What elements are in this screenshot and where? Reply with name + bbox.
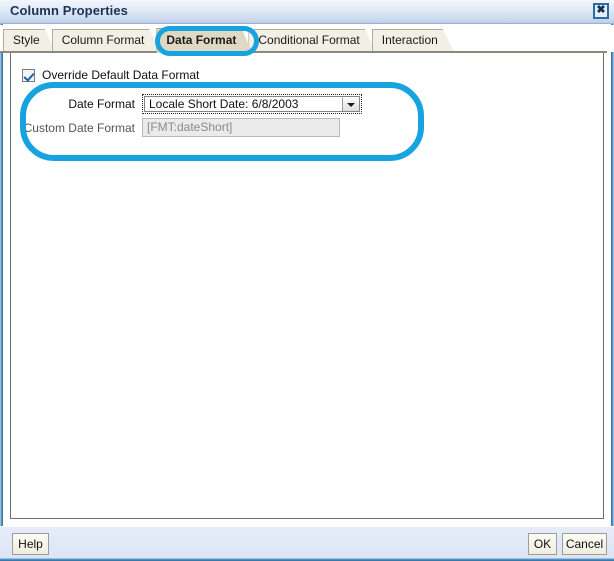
tab-style-label: Style bbox=[13, 33, 40, 47]
custom-date-format-input[interactable]: [FMT:dateShort] bbox=[142, 118, 340, 137]
column-properties-dialog: Column Properties ✖ Style Column Format … bbox=[0, 0, 614, 561]
custom-date-format-label: Custom Date Format bbox=[23, 120, 135, 135]
override-default-data-format-row[interactable]: Override Default Data Format bbox=[22, 68, 199, 82]
close-icon[interactable]: ✖ bbox=[593, 3, 609, 19]
date-format-row: Date Format Locale Short Date: 6/8/2003 bbox=[11, 94, 411, 114]
window-frame-left bbox=[0, 0, 3, 561]
tab-style[interactable]: Style bbox=[3, 29, 56, 52]
date-format-label: Date Format bbox=[68, 97, 135, 111]
date-format-select[interactable]: Locale Short Date: 6/8/2003 bbox=[142, 94, 362, 114]
tab-interaction-label: Interaction bbox=[381, 33, 438, 47]
tab-column-format[interactable]: Column Format bbox=[52, 29, 161, 52]
tab-conditional-format-label: Conditional Format bbox=[258, 33, 360, 47]
chevron-down-icon[interactable] bbox=[342, 97, 359, 111]
override-default-data-format-checkbox[interactable] bbox=[22, 68, 35, 82]
tab-data-format[interactable]: Data Format bbox=[156, 28, 252, 53]
tab-content-panel: Override Default Data Format Date Format… bbox=[10, 53, 604, 519]
title-bar: Column Properties ✖ bbox=[0, 0, 614, 24]
custom-date-format-row: Custom Date Format [FMT:dateShort] bbox=[11, 118, 411, 137]
date-format-selected-value: Locale Short Date: 6/8/2003 bbox=[149, 97, 299, 111]
tab-interaction[interactable]: Interaction bbox=[372, 29, 454, 52]
dialog-title: Column Properties bbox=[10, 3, 128, 18]
cancel-button[interactable]: Cancel bbox=[562, 533, 607, 555]
tab-column-format-label: Column Format bbox=[61, 33, 145, 47]
tab-data-format-label: Data Format bbox=[166, 33, 237, 47]
override-default-data-format-label: Override Default Data Format bbox=[42, 68, 200, 82]
tab-conditional-format[interactable]: Conditional Format bbox=[248, 29, 375, 52]
dialog-footer: Help OK Cancel bbox=[0, 526, 614, 558]
help-button[interactable]: Help bbox=[12, 533, 49, 555]
tab-bar: Style Column Format Data Format Conditio… bbox=[0, 25, 614, 52]
ok-button[interactable]: OK bbox=[528, 533, 557, 555]
close-icon-glyph: ✖ bbox=[596, 3, 606, 16]
date-format-select-inner: Locale Short Date: 6/8/2003 bbox=[144, 96, 360, 112]
chevron-down-icon-glyph bbox=[347, 102, 355, 107]
